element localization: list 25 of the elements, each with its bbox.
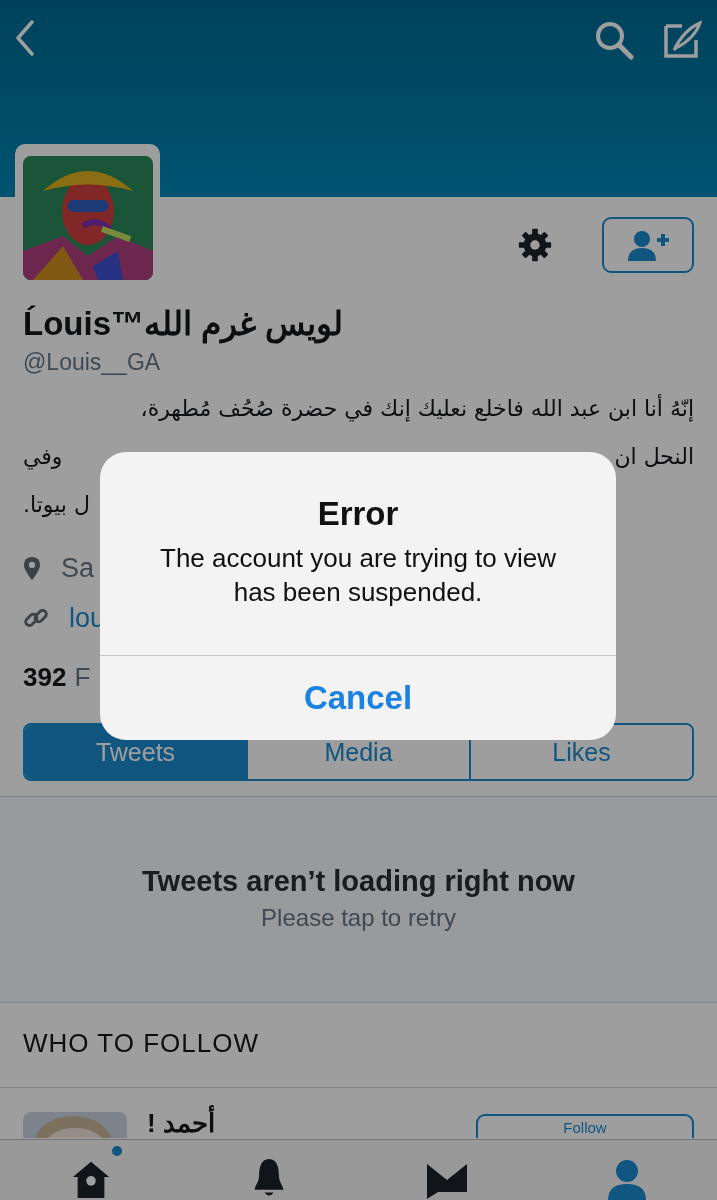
search-icon[interactable] [594,20,634,60]
follow-button[interactable] [602,217,694,273]
add-user-icon [626,229,670,261]
profile-icon[interactable] [607,1158,648,1200]
alert-message: The account you are trying to view has been suspended. [159,542,557,609]
follow-button[interactable]: Follow [476,1114,694,1138]
stat-label: F [74,661,91,693]
bio-text: وفي [23,443,63,472]
cancel-button[interactable]: Cancel [100,655,616,740]
alert-title: Error [317,495,399,533]
section-heading: WHO TO FOLLOW [0,1003,717,1088]
display-name: Ĺouis™لويس غرم الله [23,304,345,345]
location-text: Sa [61,552,95,584]
bio-text: إنّهُ أنا ابن عبد الله فاخلع نعليك إنك في حضرة صُحُف مُطهرة، [140,393,694,424]
location-pin-icon [23,555,41,581]
stat-count: 392 [23,661,67,693]
username: @Louis__GA [23,348,162,377]
retry-text[interactable]: Please tap to retry [261,904,456,932]
bio-text: ل بيوتا. [23,491,90,519]
compose-icon[interactable] [662,20,702,60]
back-icon[interactable] [15,20,35,56]
settings-icon[interactable] [516,226,554,264]
messages-icon[interactable] [426,1162,469,1200]
error-title: Tweets aren’t loading right now [142,865,575,898]
bio-text: النحل ان [614,443,694,471]
